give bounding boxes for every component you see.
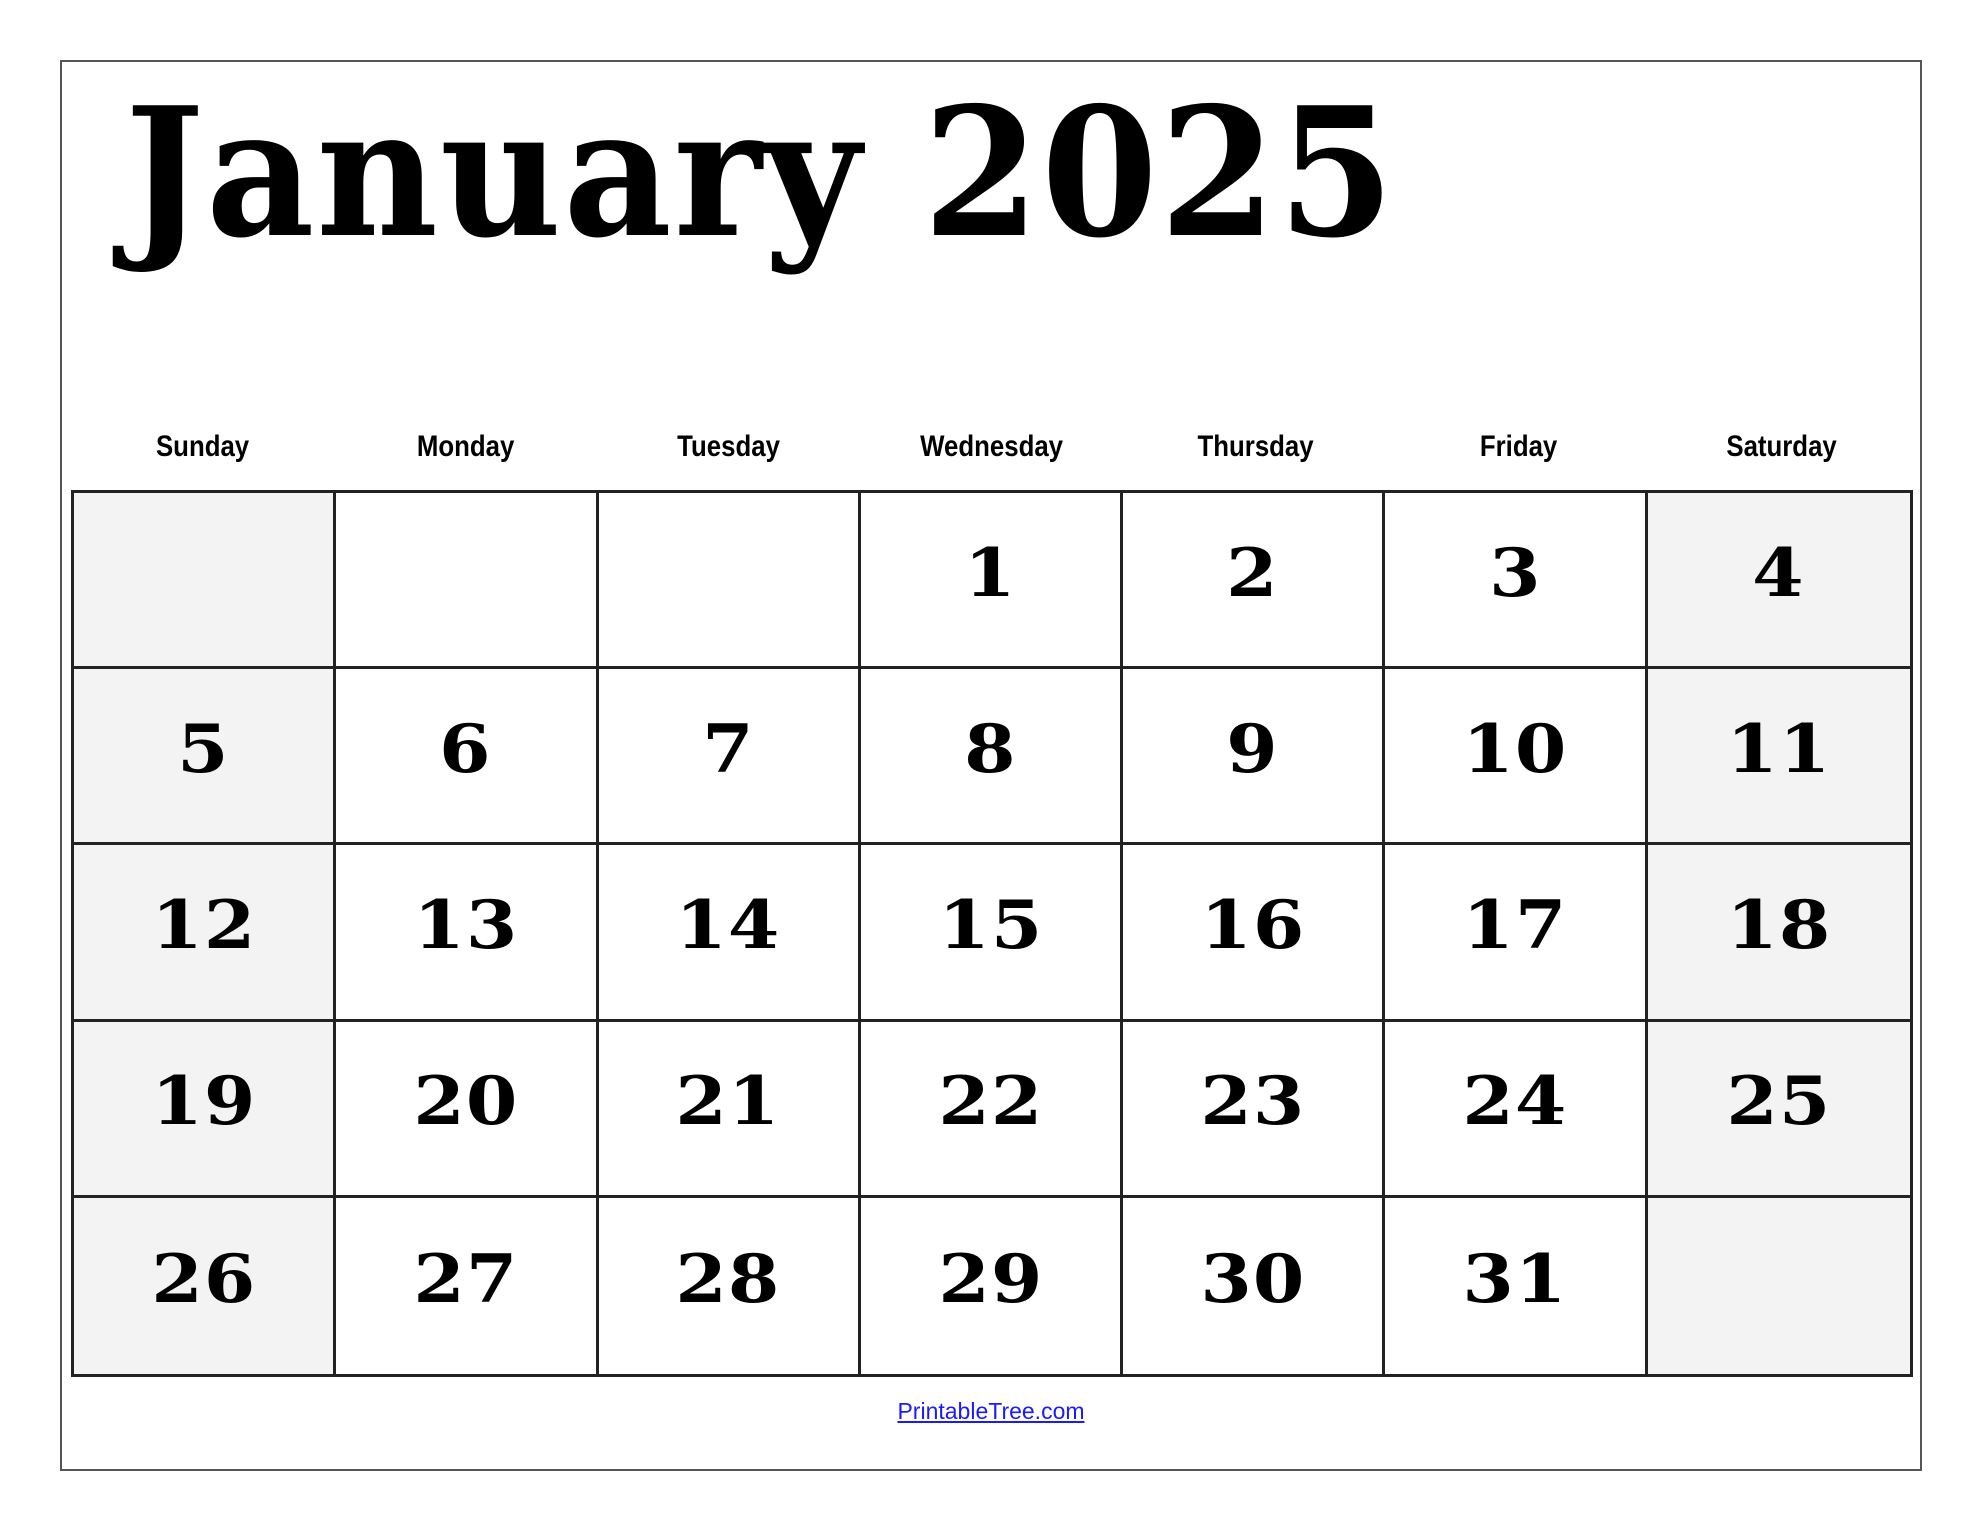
day-number: 31 xyxy=(1462,1239,1568,1318)
day-cell: 13 xyxy=(336,845,599,1022)
day-cell: 17 xyxy=(1385,845,1648,1022)
day-cell: 23 xyxy=(1123,1021,1386,1198)
printabletree-link[interactable]: PrintableTree.com xyxy=(897,1398,1084,1424)
day-number: 25 xyxy=(1726,1062,1832,1141)
day-number: 19 xyxy=(151,1062,257,1141)
day-cell: 21 xyxy=(598,1021,861,1198)
weekday-friday: Friday xyxy=(1479,430,1557,463)
day-cell: 30 xyxy=(1123,1197,1386,1374)
day-number: 23 xyxy=(1200,1062,1306,1141)
day-number: 22 xyxy=(937,1062,1044,1141)
day-cell: 24 xyxy=(1385,1021,1648,1198)
day-cell: 20 xyxy=(336,1021,599,1198)
calendar-grid: 1 2 3 4 5 6 7 8 9 10 11 12 13 14 15 16 17 18 19 20 21 22 23 24 2… xyxy=(71,490,1913,1377)
day-cell: 8 xyxy=(860,669,1124,846)
day-number: 13 xyxy=(413,885,519,964)
weekday-wednesday: Wednesday xyxy=(920,430,1064,463)
day-cell: 9 xyxy=(1123,669,1386,846)
day-number: 16 xyxy=(1200,885,1306,964)
day-number: 28 xyxy=(675,1239,781,1318)
day-cell: 28 xyxy=(598,1197,861,1374)
day-cell: 12 xyxy=(74,845,337,1022)
day-cell: 4 xyxy=(1647,493,1910,670)
day-number: 14 xyxy=(675,885,781,964)
day-cell: 18 xyxy=(1647,845,1910,1022)
day-number: 1 xyxy=(964,533,1017,612)
day-number: 10 xyxy=(1462,709,1568,788)
day-cell: 26 xyxy=(74,1197,337,1374)
day-cell: 29 xyxy=(860,1197,1124,1374)
day-number: 12 xyxy=(151,885,257,964)
day-number: 8 xyxy=(964,709,1017,788)
day-cell: 3 xyxy=(1385,493,1648,670)
footer: PrintableTree.com xyxy=(0,1398,1980,1425)
day-cell: 22 xyxy=(860,1021,1124,1198)
day-cell: 16 xyxy=(1123,845,1386,1022)
weekday-sunday: Sunday xyxy=(155,430,250,463)
empty-day-cell xyxy=(336,493,599,670)
day-number: 9 xyxy=(1226,709,1280,788)
day-number: 18 xyxy=(1726,885,1832,964)
empty-day-cell xyxy=(74,493,337,670)
day-cell: 7 xyxy=(598,669,861,846)
day-cell: 2 xyxy=(1123,493,1386,670)
day-number: 6 xyxy=(439,709,493,788)
weekday-monday: Monday xyxy=(416,430,515,463)
day-number: 4 xyxy=(1752,533,1806,612)
day-number: 30 xyxy=(1200,1239,1306,1318)
day-cell: 15 xyxy=(860,845,1124,1022)
day-number: 17 xyxy=(1462,885,1568,964)
day-cell: 27 xyxy=(336,1197,599,1374)
weekday-tuesday: Tuesday xyxy=(677,430,781,463)
day-cell: 14 xyxy=(598,845,861,1022)
day-cell: 25 xyxy=(1647,1021,1910,1198)
day-number: 20 xyxy=(413,1062,519,1141)
day-number: 5 xyxy=(177,709,230,788)
day-number: 2 xyxy=(1226,533,1280,612)
weekday-header-row: Sunday Monday Tuesday Wednesday Thursday… xyxy=(71,424,1913,470)
weekday-thursday: Thursday xyxy=(1197,430,1314,463)
empty-day-cell xyxy=(598,493,861,670)
day-cell: 5 xyxy=(74,669,337,846)
day-number: 21 xyxy=(675,1062,781,1141)
day-number: 3 xyxy=(1488,533,1542,612)
day-cell: 1 xyxy=(860,493,1124,670)
day-cell: 31 xyxy=(1385,1197,1648,1374)
day-cell: 11 xyxy=(1647,669,1910,846)
day-cell: 19 xyxy=(74,1021,337,1198)
calendar-title: January 2025 xyxy=(125,68,1397,277)
day-number: 29 xyxy=(937,1239,1044,1318)
day-number: 27 xyxy=(413,1239,519,1318)
day-number: 26 xyxy=(151,1239,257,1318)
day-number: 7 xyxy=(701,709,755,788)
day-cell: 6 xyxy=(336,669,599,846)
day-cell: 10 xyxy=(1385,669,1648,846)
day-number: 24 xyxy=(1462,1062,1568,1141)
day-number: 11 xyxy=(1726,709,1832,788)
weekday-saturday: Saturday xyxy=(1726,430,1837,463)
day-number: 15 xyxy=(937,885,1044,964)
empty-day-cell xyxy=(1647,1197,1910,1374)
